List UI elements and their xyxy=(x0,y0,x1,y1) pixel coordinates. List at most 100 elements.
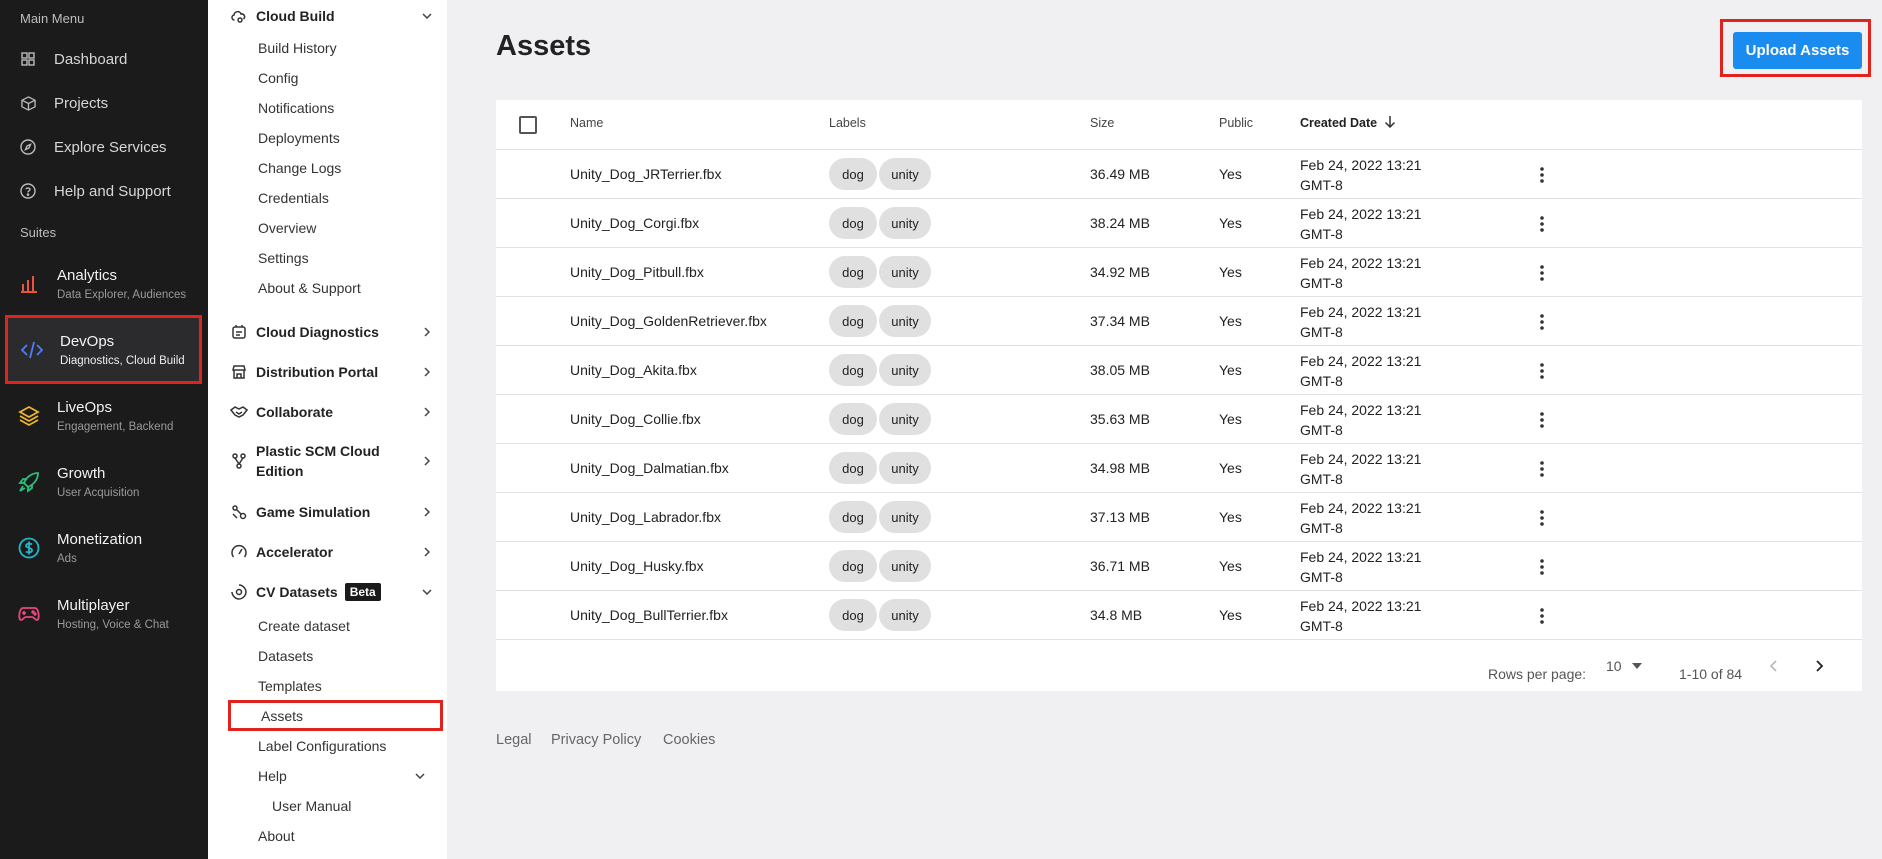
rows-per-page-value: 10 xyxy=(1606,658,1622,674)
asset-name[interactable]: Unity_Dog_Husky.fbx xyxy=(570,558,704,574)
sidebar-item-change-logs[interactable]: Change Logs xyxy=(258,155,438,181)
sidebar-item-build-history[interactable]: Build History xyxy=(258,35,438,61)
suite-monetization[interactable]: Monetization Ads xyxy=(5,517,202,579)
more-vert-icon[interactable] xyxy=(1532,164,1552,186)
more-vert-icon[interactable] xyxy=(1532,409,1552,431)
column-header-public[interactable]: Public xyxy=(1219,116,1253,130)
sidebar-item-templates[interactable]: Templates xyxy=(258,673,438,699)
more-vert-icon[interactable] xyxy=(1532,458,1552,480)
sidebar-item-about[interactable]: About xyxy=(258,823,438,849)
more-vert-icon[interactable] xyxy=(1532,605,1552,627)
sidebar-group-distribution-portal[interactable]: Distribution Portal xyxy=(230,356,434,388)
more-vert-icon[interactable] xyxy=(1532,507,1552,529)
label-chip: unity xyxy=(879,452,931,484)
suite-title: Multiplayer xyxy=(57,597,130,614)
footer-link-cookies[interactable]: Cookies xyxy=(663,732,715,748)
asset-name[interactable]: Unity_Dog_GoldenRetriever.fbx xyxy=(570,313,767,329)
asset-public: Yes xyxy=(1219,362,1242,378)
layers-icon xyxy=(17,404,41,428)
sidebar-item-notifications[interactable]: Notifications xyxy=(258,95,438,121)
column-header-name[interactable]: Name xyxy=(570,116,603,130)
more-vert-icon[interactable] xyxy=(1532,262,1552,284)
asset-name[interactable]: Unity_Dog_Pitbull.fbx xyxy=(570,264,704,280)
table-row[interactable]: Unity_Dog_Dalmatian.fbx dog unity 34.98 MB Y… xyxy=(496,444,1862,493)
table-row[interactable]: Unity_Dog_Akita.fbx dog unity 38.05 MB Yes Fe… xyxy=(496,346,1862,395)
asset-name[interactable]: Unity_Dog_Labrador.fbx xyxy=(570,509,721,525)
more-vert-icon[interactable] xyxy=(1532,311,1552,333)
footer-link-legal[interactable]: Legal xyxy=(496,732,531,748)
suite-multiplayer[interactable]: Multiplayer Hosting, Voice & Chat xyxy=(5,583,202,645)
sidebar-group-accelerator[interactable]: Accelerator xyxy=(230,536,434,568)
sidebar-item-overview[interactable]: Overview xyxy=(258,215,438,241)
column-header-labels[interactable]: Labels xyxy=(829,116,866,130)
sidebar-group-cloud-diagnostics[interactable]: Cloud Diagnostics xyxy=(230,316,434,348)
column-header-created-date[interactable]: Created Date xyxy=(1300,116,1377,130)
sidebar-item-deployments[interactable]: Deployments xyxy=(258,125,438,151)
previous-page-button[interactable] xyxy=(1760,653,1786,679)
sidebar-group-cv-datasets[interactable]: CV Datasets Beta xyxy=(230,576,434,608)
sidebar-item-label-configurations[interactable]: Label Configurations xyxy=(258,733,438,759)
column-header-size[interactable]: Size xyxy=(1090,116,1114,130)
code-icon xyxy=(20,338,44,362)
asset-name[interactable]: Unity_Dog_Akita.fbx xyxy=(570,362,697,378)
asset-name[interactable]: Unity_Dog_Collie.fbx xyxy=(570,411,701,427)
table-row[interactable]: Unity_Dog_Collie.fbx dog unity 35.63 MB Yes F… xyxy=(496,395,1862,444)
label-chip: unity xyxy=(879,501,931,533)
table-header: Name Labels Size Public Created Date xyxy=(496,100,1862,150)
sidebar-group-collaborate[interactable]: Collaborate xyxy=(230,396,434,428)
sidebar-item-settings[interactable]: Settings xyxy=(258,245,438,271)
asset-size: 34.92 MB xyxy=(1090,264,1150,280)
sidebar-item-assets[interactable]: Assets xyxy=(228,700,443,731)
sidebar-item-user-manual[interactable]: User Manual xyxy=(272,793,452,819)
rail-item-dashboard[interactable]: Dashboard xyxy=(0,39,208,79)
created-date-timezone: GMT-8 xyxy=(1300,275,1343,291)
select-all-checkbox[interactable] xyxy=(519,116,537,134)
sidebar-item-about-support[interactable]: About & Support xyxy=(258,275,438,301)
table-row[interactable]: Unity_Dog_Labrador.fbx dog unity 37.13 MB Ye… xyxy=(496,493,1862,542)
sidebar-group-game-simulation[interactable]: Game Simulation xyxy=(230,496,434,528)
rail-item-help-and-support[interactable]: Help and Support xyxy=(0,171,208,211)
suite-devops[interactable]: DevOps Diagnostics, Cloud Build xyxy=(5,315,202,384)
sidebar-item-datasets[interactable]: Datasets xyxy=(258,643,438,669)
table-row[interactable]: Unity_Dog_Pitbull.fbx dog unity 34.92 MB Yes… xyxy=(496,248,1862,297)
suite-liveops[interactable]: LiveOps Engagement, Backend xyxy=(5,385,202,447)
created-date-line: Feb 24, 2022 13:21 xyxy=(1300,402,1422,418)
more-vert-icon[interactable] xyxy=(1532,360,1552,382)
store-icon xyxy=(230,363,248,381)
rows-per-page-select[interactable]: 10 xyxy=(1606,653,1654,679)
table-row[interactable]: Unity_Dog_BullTerrier.fbx dog unity 34.8 MB… xyxy=(496,591,1862,640)
created-date-timezone: GMT-8 xyxy=(1300,177,1343,193)
rail-item-projects[interactable]: Projects xyxy=(0,83,208,123)
suite-growth[interactable]: Growth User Acquisition xyxy=(5,451,202,513)
sidebar-item-create-dataset[interactable]: Create dataset xyxy=(258,613,438,639)
created-date-line: Feb 24, 2022 13:21 xyxy=(1300,255,1422,271)
chevron-right-icon xyxy=(420,454,434,468)
asset-name[interactable]: Unity_Dog_Corgi.fbx xyxy=(570,215,699,231)
asset-name[interactable]: Unity_Dog_BullTerrier.fbx xyxy=(570,607,728,623)
asset-name[interactable]: Unity_Dog_JRTerrier.fbx xyxy=(570,166,721,182)
upload-assets-button[interactable]: Upload Assets xyxy=(1733,32,1862,69)
rail-item-explore-services[interactable]: Explore Services xyxy=(0,127,208,167)
table-row[interactable]: Unity_Dog_GoldenRetriever.fbx dog unity 37.… xyxy=(496,297,1862,346)
asset-name[interactable]: Unity_Dog_Dalmatian.fbx xyxy=(570,460,729,476)
sidebar-group-plastic-scm[interactable]: Plastic SCM Cloud Edition xyxy=(230,439,434,483)
sidebar-item-help[interactable]: Help xyxy=(258,763,428,789)
created-date-line: Feb 24, 2022 13:21 xyxy=(1300,451,1422,467)
sidebar-group-cloud-build[interactable]: Cloud Build xyxy=(230,0,434,32)
arrow-down-icon[interactable] xyxy=(1384,115,1396,129)
asset-created-date: Feb 24, 2022 13:21 GMT-8 xyxy=(1300,204,1421,244)
main-rail: Main Menu Dashboard Projects Explore Ser… xyxy=(0,0,208,859)
more-vert-icon[interactable] xyxy=(1532,556,1552,578)
table-row[interactable]: Unity_Dog_Husky.fbx dog unity 36.71 MB Yes Fe… xyxy=(496,542,1862,591)
sidebar-item-credentials[interactable]: Credentials xyxy=(258,185,438,211)
table-row[interactable]: Unity_Dog_JRTerrier.fbx dog unity 36.49 MB Y… xyxy=(496,150,1862,199)
sidebar-item-config[interactable]: Config xyxy=(258,65,438,91)
more-vert-icon[interactable] xyxy=(1532,213,1552,235)
suite-analytics[interactable]: Analytics Data Explorer, Audiences xyxy=(5,253,202,315)
footer-link-privacy-policy[interactable]: Privacy Policy xyxy=(551,732,641,748)
table-row[interactable]: Unity_Dog_Corgi.fbx dog unity 38.24 MB Yes Fe… xyxy=(496,199,1862,248)
next-page-button[interactable] xyxy=(1807,653,1833,679)
grid-icon xyxy=(20,51,36,67)
chevron-down-icon[interactable] xyxy=(415,773,425,779)
caret-down-icon xyxy=(1631,663,1642,669)
